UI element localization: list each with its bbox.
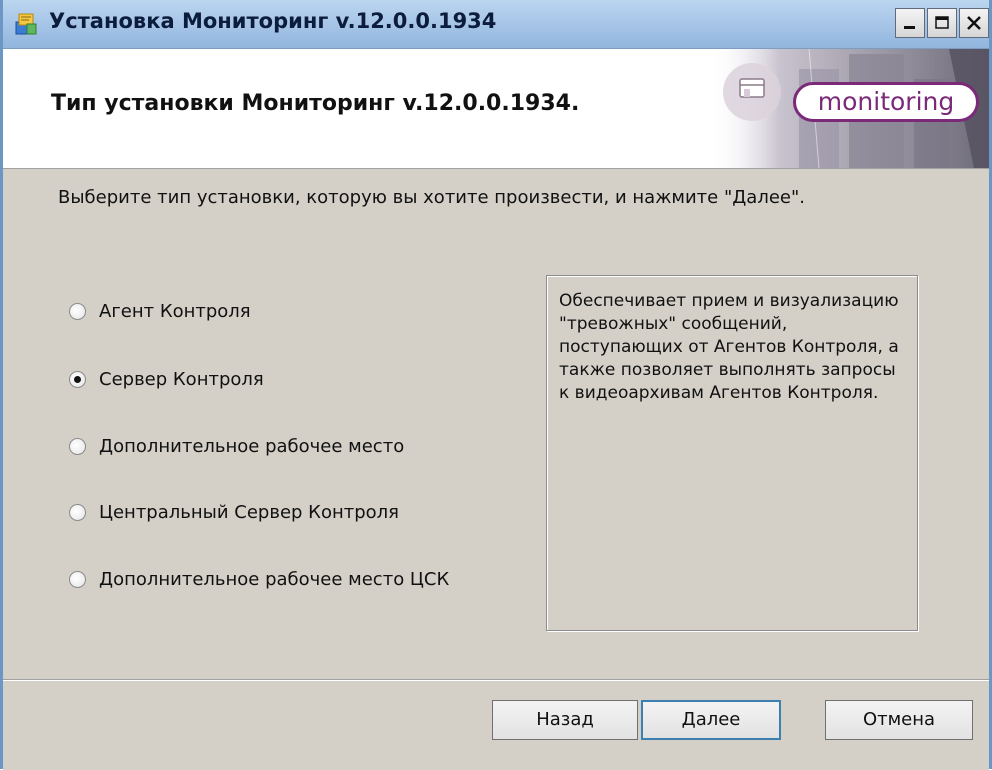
radio-additional-workplace-csk[interactable] <box>69 570 86 588</box>
button-bar: Назад Далее Отмена <box>3 679 989 770</box>
back-button[interactable]: Назад <box>492 700 638 740</box>
maximize-button[interactable] <box>927 8 957 38</box>
radio-additional-workplace[interactable] <box>69 437 86 455</box>
radio-agent-control[interactable] <box>69 302 86 320</box>
minimize-button[interactable] <box>895 8 925 38</box>
minimize-icon <box>904 26 915 29</box>
option-additional-workplace[interactable]: Дополнительное рабочее место <box>69 433 404 459</box>
option-central-server[interactable]: Центральный Сервер Контроля <box>69 499 399 525</box>
next-button[interactable]: Далее <box>641 700 781 740</box>
radio-control-server[interactable] <box>69 370 86 388</box>
title-bar[interactable]: Установка Мониторинг v.12.0.0.1934 <box>3 0 989 49</box>
option-additional-workplace-csk[interactable]: Дополнительное рабочее место ЦСК <box>69 566 449 592</box>
option-control-server[interactable]: Сервер Контроля <box>69 366 264 392</box>
radio-central-server[interactable] <box>69 503 86 521</box>
option-label[interactable]: Агент Контроля <box>99 301 251 322</box>
page-title: Тип установки Мониторинг v.12.0.0.1934. <box>51 91 580 116</box>
description-text: Обеспечивает прием и визуализацию "трево… <box>559 291 899 403</box>
option-label[interactable]: Дополнительное рабочее место ЦСК <box>99 569 449 590</box>
cart-logo-icon <box>723 63 781 121</box>
installer-icon <box>15 13 37 35</box>
install-type-panel: Выберите тип установки, которую вы хотит… <box>3 169 989 679</box>
instruction-text: Выберите тип установки, которую вы хотит… <box>58 187 805 208</box>
installer-header: Тип установки Мониторинг v.12.0.0.1934. <box>3 49 989 169</box>
option-label[interactable]: Дополнительное рабочее место <box>99 436 404 457</box>
option-agent-control[interactable]: Агент Контроля <box>69 298 251 324</box>
cancel-button[interactable]: Отмена <box>825 700 973 740</box>
window-controls <box>893 8 989 38</box>
maximize-icon <box>935 16 949 29</box>
monitoring-logo: monitoring <box>793 82 979 122</box>
option-label[interactable]: Центральный Сервер Контроля <box>99 502 399 523</box>
installer-window: Установка Мониторинг v.12.0.0.1934 Тип у… <box>0 0 992 770</box>
option-label[interactable]: Сервер Контроля <box>99 369 264 390</box>
close-button[interactable] <box>959 8 989 38</box>
window-title: Установка Мониторинг v.12.0.0.1934 <box>49 9 497 33</box>
close-icon <box>967 16 981 30</box>
description-box: Обеспечивает прием и визуализацию "трево… <box>546 275 918 631</box>
